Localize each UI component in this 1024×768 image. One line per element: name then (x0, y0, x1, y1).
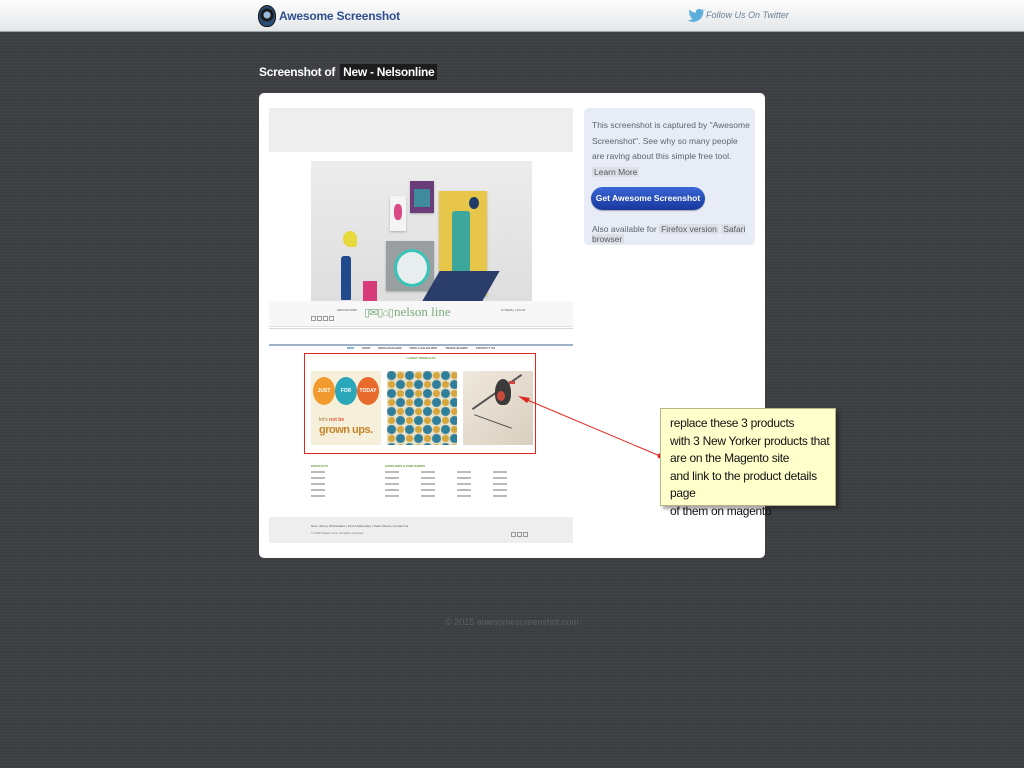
annotation-note: replace these 3 products with 3 New York… (660, 408, 836, 518)
annotation-note-text: replace these 3 products with 3 New York… (670, 416, 830, 518)
footer-copyright: © 2015 awesomescreenshot.com (445, 617, 579, 627)
annotation-arrow (518, 396, 663, 459)
